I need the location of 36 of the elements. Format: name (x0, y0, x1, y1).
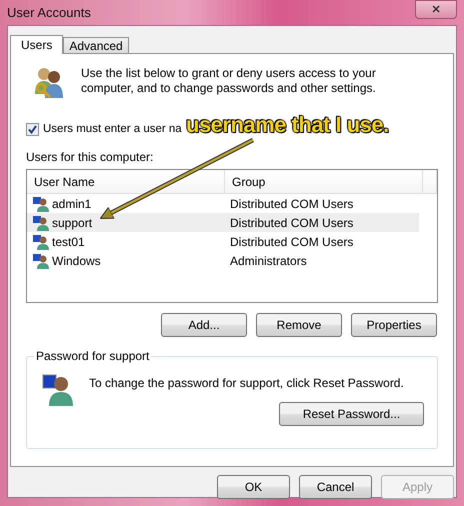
user-icon (33, 252, 49, 268)
column-header[interactable]: Group (225, 170, 423, 193)
dialog-button[interactable]: Cancel (299, 475, 372, 499)
intro-text: Use the list below to grant or deny users access to your computer, and to change passwords and other settings. (81, 66, 377, 96)
group-title: Password for support (34, 349, 152, 363)
tab[interactable]: Users (10, 35, 64, 54)
checkbox[interactable] (26, 122, 39, 136)
reset-password-button[interactable]: Reset Password... (279, 402, 424, 426)
user-row[interactable]: Windows Administrators (27, 251, 419, 270)
user-icon (41, 372, 75, 406)
user-icon (33, 196, 49, 212)
group-cell-text: Administrators (229, 254, 308, 268)
close-button[interactable]: ✕ (415, 0, 457, 19)
user-row[interactable]: support Distributed COM Users (27, 213, 419, 232)
list-button[interactable]: Properties (351, 313, 437, 337)
user-row[interactable]: test01 Distributed COM Users (27, 232, 419, 251)
user-name: support (52, 216, 92, 230)
list-button[interactable]: Remove (256, 313, 342, 337)
group-cell-text: Distributed COM Users (229, 216, 354, 230)
group-cell-text: Distributed COM Users (229, 234, 354, 248)
user-row[interactable]: admin1 Distributed COM Users (27, 194, 419, 213)
list-button[interactable]: Add... (161, 313, 247, 337)
annotation-text: username that I use. (186, 112, 389, 138)
user-name: Windows (52, 254, 101, 268)
user-icon (33, 214, 49, 230)
user-name: admin1 (52, 196, 92, 210)
list-label: Users for this computer: (26, 150, 154, 164)
checkbox-label: Users must enter a user na (43, 123, 182, 135)
window-title: User Accounts (7, 5, 91, 20)
user-name: test01 (52, 234, 85, 248)
group-cell-text: Distributed COM Users (229, 196, 354, 210)
password-text: To change the password for support, click Reset Password. (89, 376, 404, 390)
column-header[interactable]: User Name (27, 170, 225, 193)
dialog-button[interactable]: OK (217, 475, 290, 499)
tab[interactable]: Advanced (63, 37, 129, 53)
user-icon (33, 234, 49, 250)
